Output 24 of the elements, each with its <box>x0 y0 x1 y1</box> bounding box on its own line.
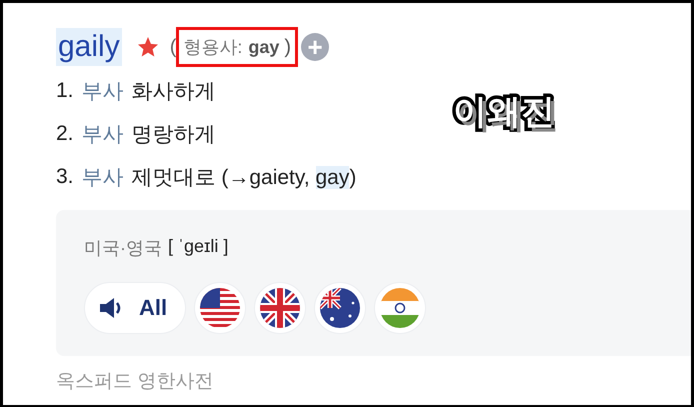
uk-flag-icon <box>260 288 300 328</box>
pos-label: 형용사: <box>183 36 242 59</box>
caption-overlay: 이왜진 <box>453 91 555 134</box>
india-flag-icon <box>380 288 420 328</box>
part-of-speech: 부사 <box>82 78 124 104</box>
part-of-speech: 부사 <box>82 164 124 190</box>
australia-flag-icon <box>320 288 360 328</box>
sense-number: 1. <box>56 78 74 102</box>
sense-meaning: 제멋대로 (→gaiety, gay) <box>132 164 356 190</box>
dictionary-source: 옥스퍼드 영한사전 <box>56 370 214 394</box>
paren-close: ) <box>284 36 292 58</box>
play-all-button[interactable]: All <box>84 282 186 334</box>
sense-number: 3. <box>56 164 74 188</box>
sense-meaning: 명랑하게 <box>132 122 216 148</box>
star-icon[interactable] <box>136 35 160 59</box>
sense-number: 2. <box>56 122 74 146</box>
us-flag-icon <box>200 288 240 328</box>
region-label: 미국·영국 <box>84 237 162 260</box>
headword: gaily <box>56 28 122 66</box>
part-of-speech: 부사 <box>82 122 124 148</box>
base-word-link[interactable]: gay <box>248 36 280 58</box>
sense-meaning: 화사하게 <box>132 78 216 104</box>
phonetic-text: [ ˈɡeɪli ] <box>168 236 228 258</box>
paren-open: ( <box>170 36 176 58</box>
